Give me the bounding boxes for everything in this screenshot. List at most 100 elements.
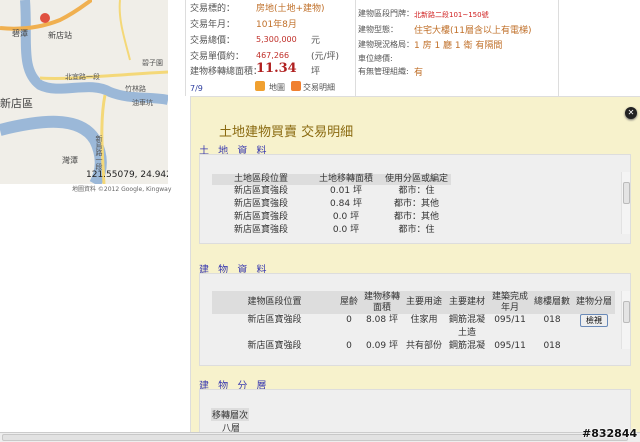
value: 101年8月 [256, 20, 297, 30]
cell: 新店區寶強段 [233, 199, 288, 209]
map-coordinates: 121.55079, 24.94214 [86, 170, 168, 180]
cell: 018 [543, 315, 561, 325]
cell: 新店區寶強段 [247, 341, 302, 351]
col-header: 主要用途 [403, 291, 446, 314]
col-header: 使用分區或編定 [382, 174, 452, 185]
horizontal-scrollbar[interactable] [0, 432, 640, 442]
cell: 0.84 [330, 199, 351, 209]
cell: 0 [346, 341, 352, 351]
building-scrollbar[interactable] [621, 291, 630, 349]
value: 有 [414, 68, 424, 78]
cell: 新店區寶強段 [233, 212, 288, 222]
cell: 坪 [350, 212, 360, 222]
col-header: 主要建材 [445, 291, 490, 314]
map-label: 新店站 [48, 31, 72, 40]
cell: 新店區寶強段 [233, 186, 288, 196]
col-header: 建物區段位置 [212, 291, 337, 314]
watermark: #832844 [582, 427, 638, 440]
label: 交易單價約： [190, 52, 245, 62]
col-header: 建物移轉面積 [361, 291, 404, 314]
value: 房地(土地+建物) [256, 4, 325, 14]
cell: 坪 [388, 341, 398, 351]
cell: 0.09 [366, 341, 387, 351]
table-row: 新店區寶強段 0.0 坪 都市：住 [212, 224, 451, 237]
cell: 018 [543, 341, 561, 351]
table-row: 新店區寶強段 0.84 坪 都市：其他 [212, 198, 451, 211]
label: 建物現況格局： [358, 40, 414, 49]
cell: 鋼筋混凝土造 [449, 315, 486, 338]
map-icon[interactable] [255, 81, 265, 91]
cell: 坪 [352, 186, 362, 196]
value: 住宅大樓(11層含以上有電梯) [414, 26, 532, 36]
cell: 095/11 [494, 341, 526, 351]
label: 交易標的： [190, 4, 236, 14]
unit: (元/坪) [311, 52, 340, 62]
land-table: 土地區段位置 土地移轉面積 使用分區或編定 新店區寶強段 0.01 坪都市：住 新店區… [212, 174, 452, 237]
land-table-box: 土地區段位置 土地移轉面積 使用分區或編定 新店區寶強段 0.01 坪都市：住 新店區… [199, 154, 631, 244]
cell: 住家用 [410, 315, 438, 325]
col-header: 建物分層 [573, 291, 616, 314]
cell: 0.0 [332, 225, 348, 235]
total-area: 11.34 [256, 61, 297, 76]
dialog-title: 土地建物買賣 交易明細 [219, 125, 354, 140]
table-row: 新店區寶強段 0 8.08 坪 住家用 鋼筋混凝土造 095/11 018 檢視 [212, 314, 615, 340]
map[interactable]: 新店區 碧潭 新店站 北宜路一段 灣潭 碧子園 竹林路 油車坑 新烏路一段 12… [0, 0, 168, 184]
col-header: 建築完成年月 [489, 291, 532, 314]
cell: 8.08 [366, 315, 387, 325]
table-row: 新店區寶強段 0.0 坪 都市：其他 [212, 211, 451, 224]
label: 有無管理組織: [358, 67, 409, 76]
close-icon[interactable]: ✕ [625, 107, 637, 119]
cell: 新店區寶強段 [233, 225, 288, 235]
cell: 都市：其他 [394, 212, 440, 222]
map-label: 灣潭 [62, 156, 78, 165]
unit: 坪 [311, 67, 321, 77]
map-link[interactable]: 地圖 [269, 82, 285, 93]
cell: 新店區寶強段 [247, 315, 302, 325]
label: 建物型態： [358, 25, 398, 34]
map-label: 碧子園 [142, 59, 163, 67]
cell: 坪 [388, 315, 398, 325]
label: 交易年月： [190, 20, 236, 30]
value: 467,266 [256, 51, 290, 60]
table-row: 新店區寶強段 0 0.09 坪共有部份 鋼筋混凝 095/11 018 [212, 340, 615, 353]
detail-link[interactable]: 交易明細 [303, 82, 335, 93]
map-label: 碧潭 [12, 29, 28, 38]
col-header: 屋齡 [337, 291, 362, 314]
map-label: 北宜路一段 [65, 73, 100, 81]
value: 北新路二段101~150號 [414, 11, 489, 19]
cell: 0 [346, 315, 352, 325]
value: 5,300,000 [256, 35, 297, 44]
view-floors-button[interactable]: 檢視 [580, 314, 609, 327]
land-scrollbar[interactable] [621, 172, 630, 234]
unit: 元 [311, 36, 321, 46]
floors-header: 移轉層次 [211, 408, 250, 421]
cell: 0.01 [330, 186, 351, 196]
map-copyright: 地圖資料 ©2012 Google, Kingway [72, 186, 172, 193]
value: 1 房 1 廳 1 衛 有隔間 [414, 41, 503, 51]
building-table: 建物區段位置 屋齡 建物移轉面積 主要用途 主要建材 建築完成年月 總樓層數 建物分層 新店區… [212, 291, 616, 353]
map-label: 油車坑 [132, 99, 153, 107]
cell: 鋼筋混凝 [449, 341, 486, 351]
cell: 095/11 [494, 315, 526, 325]
cell: 坪 [350, 225, 360, 235]
col-header: 土地移轉面積 [310, 174, 382, 185]
col-header: 總樓層數 [531, 291, 574, 314]
label: 車位總價: [358, 54, 393, 63]
cell: 共有部份 [406, 341, 443, 351]
cell: 0.0 [332, 212, 348, 222]
label: 建物移轉總面積： [190, 67, 263, 77]
cell: 都市：住 [398, 186, 435, 196]
building-table-box: 建物區段位置 屋齡 建物移轉面積 主要用途 主要建材 建築完成年月 總樓層數 建物分層 新店區… [199, 273, 631, 366]
col-header: 土地區段位置 [212, 174, 310, 185]
table-row: 新店區寶強段 0.01 坪 都市：住 [212, 185, 451, 198]
map-label: 新烏路一段 [95, 135, 103, 170]
cell: 都市：其他 [394, 199, 440, 209]
label: 交易總價： [190, 36, 236, 46]
pager: 7/9 [190, 84, 203, 93]
map-label: 竹林路 [125, 85, 146, 93]
cell: 都市：住 [398, 225, 435, 235]
label: 建物區段門牌： [358, 9, 414, 18]
detail-icon[interactable] [291, 81, 301, 91]
cell: 坪 [352, 199, 362, 209]
transaction-detail-dialog: ✕ 土地建物買賣 交易明細 土 地 資 料 土地區段位置 土地移轉面積 使用分區或編… [190, 96, 640, 439]
